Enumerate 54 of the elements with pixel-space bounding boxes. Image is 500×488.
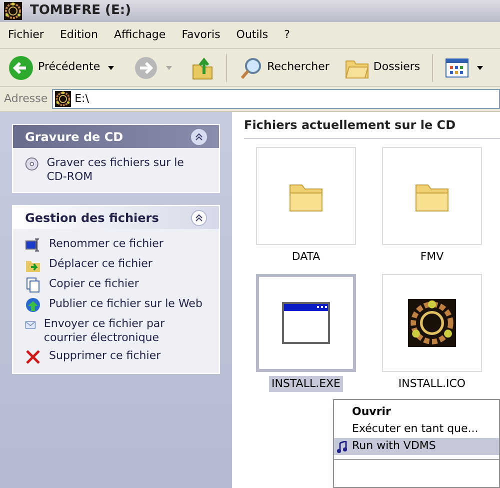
file-thumbnail[interactable] [256, 274, 356, 372]
search-button[interactable]: Rechercher [239, 56, 330, 80]
copy-icon [25, 277, 41, 293]
collapse-button[interactable] [191, 128, 207, 144]
window-title: TOMBFRE (E:) [30, 2, 132, 20]
back-button[interactable]: Précédente [8, 54, 100, 80]
disc-icon [25, 156, 39, 172]
file-thumbnail[interactable] [382, 274, 482, 372]
drive-icon [54, 91, 71, 107]
panel-header[interactable]: Gestion des fichiers [13, 206, 219, 229]
task-link[interactable]: Déplacer ce fichier [49, 257, 152, 271]
task-link[interactable]: Renommer ce fichier [49, 237, 164, 251]
dropdown-arrow-icon[interactable] [108, 66, 114, 70]
file-thumbnail[interactable] [382, 147, 482, 245]
emblem-icon [408, 298, 456, 346]
files-header: Fichiers actuellement sur le CD [244, 116, 500, 139]
file-name[interactable]: INSTALL.ICO [396, 376, 468, 392]
chevron-icon [195, 132, 203, 140]
music-note-icon [337, 440, 347, 452]
file-thumbnail[interactable] [256, 147, 356, 245]
menu-item[interactable]: Affichage [114, 26, 166, 44]
panel-header[interactable]: Gravure de CD [13, 125, 219, 148]
drive-icon [4, 2, 22, 20]
views-icon[interactable] [445, 58, 470, 78]
task-link[interactable]: Graver ces fichiers sur le CD-ROM [46, 156, 207, 184]
context-menu-item[interactable]: Run with VDMS [334, 438, 499, 455]
menu-item[interactable]: Edition [60, 26, 98, 44]
address-field[interactable]: E:\ [52, 89, 500, 109]
globe-icon [25, 297, 41, 313]
file-name[interactable]: INSTALL.EXE [269, 376, 343, 392]
folder-up-icon[interactable] [192, 56, 214, 80]
panel-title: Gravure de CD [25, 128, 124, 146]
file-name[interactable]: FMV [418, 249, 446, 266]
context-menu-item[interactable]: Exécuter en tant que... [334, 421, 499, 438]
task-link[interactable]: Copier ce fichier [49, 277, 139, 291]
task-link[interactable]: Supprimer ce fichier [49, 349, 161, 363]
menu-item[interactable]: Favoris [182, 26, 220, 44]
collapse-button[interactable] [191, 210, 207, 226]
panel-title: Gestion des fichiers [25, 210, 159, 226]
file-name[interactable]: DATA [290, 249, 322, 266]
menu-item[interactable]: ? [284, 26, 290, 44]
address-label: Adresse [4, 90, 48, 107]
folders-button[interactable]: Dossiers [345, 56, 420, 78]
window-icon [282, 302, 330, 344]
task-link[interactable]: Publier ce fichier sur le Web [49, 297, 202, 311]
menu-item[interactable]: Outils [236, 26, 268, 44]
chevron-icon [195, 214, 203, 222]
delete-icon [25, 349, 41, 365]
menu-item[interactable]: Fichier [8, 26, 44, 44]
rename-icon [25, 237, 41, 253]
task-link[interactable]: Envoyer ce fichier par courrier électronique [44, 317, 207, 345]
context-menu-item[interactable]: Ouvrir [334, 404, 499, 421]
dropdown-arrow-icon[interactable] [477, 66, 484, 70]
search-icon [239, 56, 264, 80]
